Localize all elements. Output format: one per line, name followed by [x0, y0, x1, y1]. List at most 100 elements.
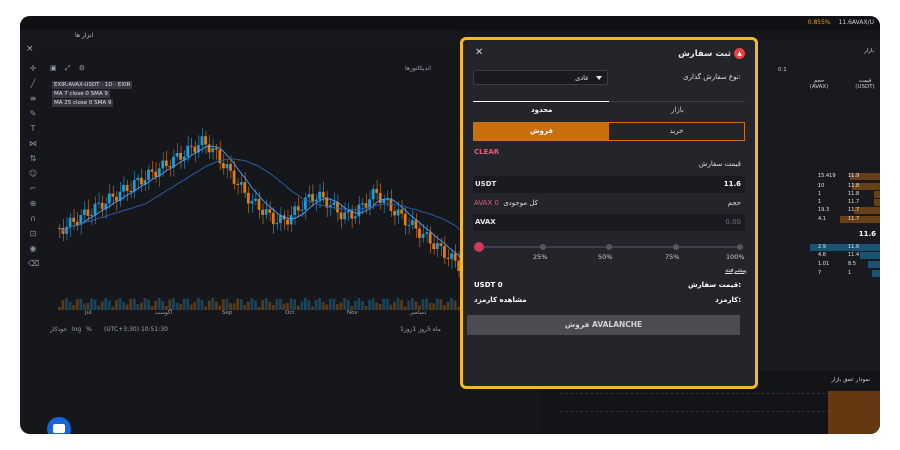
ticker[interactable]: 0.855% 11.6AVAX/U — [808, 19, 874, 26]
volume-bar — [86, 303, 90, 310]
text-icon[interactable]: T — [28, 124, 38, 134]
candle — [410, 220, 414, 225]
snapshot-icon[interactable]: ▣ — [50, 64, 57, 72]
candle — [443, 245, 446, 258]
ask-qty: 1 — [818, 199, 822, 205]
ask-row[interactable]: 10 11.8 — [760, 183, 880, 190]
trendline-icon[interactable]: ╱ — [28, 79, 38, 89]
x-tick: Oct — [285, 310, 295, 316]
bid-row[interactable]: 4.8 11.4 — [760, 252, 880, 259]
volume-bar — [400, 300, 404, 310]
candle — [204, 136, 207, 145]
ask-row[interactable]: 1 11.7 — [760, 199, 880, 206]
settings-icon[interactable]: ⚙ — [79, 64, 85, 72]
fullscreen-icon[interactable]: ⤢ — [65, 64, 71, 72]
pattern-icon[interactable]: ⋈ — [28, 139, 38, 149]
hline-icon[interactable]: ≡ — [28, 94, 38, 104]
ask-price: 11.8 — [848, 183, 860, 189]
close-icon[interactable]: × — [26, 44, 34, 54]
range-buttons[interactable]: 1ماه 5روز 1روز — [400, 326, 441, 333]
slider-step[interactable] — [606, 244, 612, 250]
candle — [222, 163, 225, 169]
auto-scale-button[interactable]: خودکار — [50, 326, 67, 333]
volume-bar — [293, 299, 297, 310]
x-axis: Jul آگوست Sep Oct Nov دسامبر — [50, 310, 480, 320]
ask-row[interactable]: 15.419 11.9 — [760, 173, 880, 180]
order-price-label: قیمت سفارش: — [687, 281, 741, 289]
price-chart[interactable] — [50, 78, 480, 326]
slider-knob[interactable] — [474, 242, 484, 252]
slider-step[interactable] — [540, 244, 546, 250]
volume-bar — [211, 298, 215, 310]
sell-tab[interactable]: فروش — [474, 123, 609, 140]
volume-bar — [222, 299, 225, 310]
percent-scale-button[interactable]: % — [86, 326, 92, 333]
order-type-select[interactable]: عادی — [473, 70, 608, 85]
ruler-icon[interactable]: ⌐ — [28, 184, 38, 194]
candle — [93, 203, 97, 215]
x-tick: Nov — [347, 310, 358, 316]
candle — [132, 180, 136, 192]
orderbook-step[interactable]: 0.1 — [778, 67, 787, 73]
candle — [111, 193, 115, 197]
trash-icon[interactable]: ⌫ — [28, 259, 39, 269]
candle — [125, 184, 129, 191]
tools-tab[interactable]: ابزار ها — [75, 32, 93, 39]
volume-input[interactable]: AVAX 0.00 — [473, 214, 745, 231]
bid-row[interactable]: 2.9 11.6 — [760, 244, 880, 251]
volume-bar — [246, 301, 250, 310]
slider-step[interactable] — [673, 244, 679, 250]
eye-icon[interactable]: ◉ — [28, 244, 38, 254]
chart-bottom-bar: خودکار log % (UTC+3:30) 10:51:30 1ماه 5ر… — [50, 324, 480, 336]
tab-market[interactable]: بازار — [671, 106, 684, 114]
advanced-link[interactable]: پیشرفته — [725, 266, 747, 274]
chart-toolbar: ▣ ⤢ ⚙ اندیکاتورها — [50, 64, 450, 76]
pct-75[interactable]: 75% — [665, 253, 679, 261]
crosshair-icon[interactable]: ✛ — [28, 64, 38, 74]
volume-bar — [368, 299, 371, 310]
volume-bar — [346, 299, 350, 310]
ask-row[interactable]: 4.1 11.7 — [760, 216, 880, 223]
magnet-icon[interactable]: ∩ — [28, 214, 38, 224]
bid-qty: 7 — [818, 270, 822, 276]
slider-step[interactable] — [737, 244, 743, 250]
drawing-toolbar: ✛ ╱ ≡ ✎ T ⋈ ⇅ ☺ ⌐ ⊕ ∩ ⊡ ◉ ⌫ — [28, 64, 46, 394]
volume-bar — [107, 300, 111, 310]
pct-100[interactable]: 100% — [726, 253, 745, 261]
candle — [361, 203, 364, 205]
candle — [389, 199, 393, 212]
bid-row[interactable]: 71 — [760, 270, 880, 277]
pct-25[interactable]: 25% — [533, 253, 547, 261]
fee-link[interactable]: مشاهده کارمزد — [474, 296, 527, 304]
volume-bar — [157, 298, 161, 310]
volume-bar — [375, 302, 379, 310]
candle — [75, 221, 79, 226]
ask-price: 11.7 — [848, 207, 860, 213]
ask-row[interactable]: 1 11.8 — [760, 191, 880, 198]
ask-row[interactable]: 19.3 11.7 — [760, 207, 880, 214]
sell-submit-button[interactable]: فروش AVALANCHE — [467, 315, 740, 335]
volume-slider[interactable] — [474, 242, 743, 252]
pct-50[interactable]: 50% — [598, 253, 612, 261]
emoji-icon[interactable]: ☺ — [28, 169, 38, 179]
price-input[interactable]: USDT 11.6 — [473, 176, 745, 193]
tab-limit[interactable]: محدود — [531, 106, 552, 114]
volume-bar — [279, 298, 282, 310]
candle — [86, 209, 90, 216]
candle — [172, 156, 175, 168]
candle — [147, 169, 150, 181]
lock-icon[interactable]: ⊡ — [28, 229, 38, 239]
clear-button[interactable]: CLEAR — [474, 148, 499, 156]
close-icon[interactable]: ✕ — [475, 47, 483, 58]
buy-tab[interactable]: خرید — [609, 123, 744, 140]
bid-row[interactable]: 1.01 8.5 — [760, 261, 880, 268]
bid-price: 1 — [848, 270, 852, 276]
volume-bar — [410, 298, 414, 310]
chat-button[interactable] — [47, 417, 71, 434]
zoom-icon[interactable]: ⊕ — [28, 199, 38, 209]
volume-bar — [68, 301, 72, 310]
measure-icon[interactable]: ⇅ — [28, 154, 38, 164]
indicators-button[interactable]: اندیکاتورها — [405, 65, 431, 72]
pen-icon[interactable]: ✎ — [28, 109, 38, 119]
log-scale-button[interactable]: log — [72, 326, 81, 333]
